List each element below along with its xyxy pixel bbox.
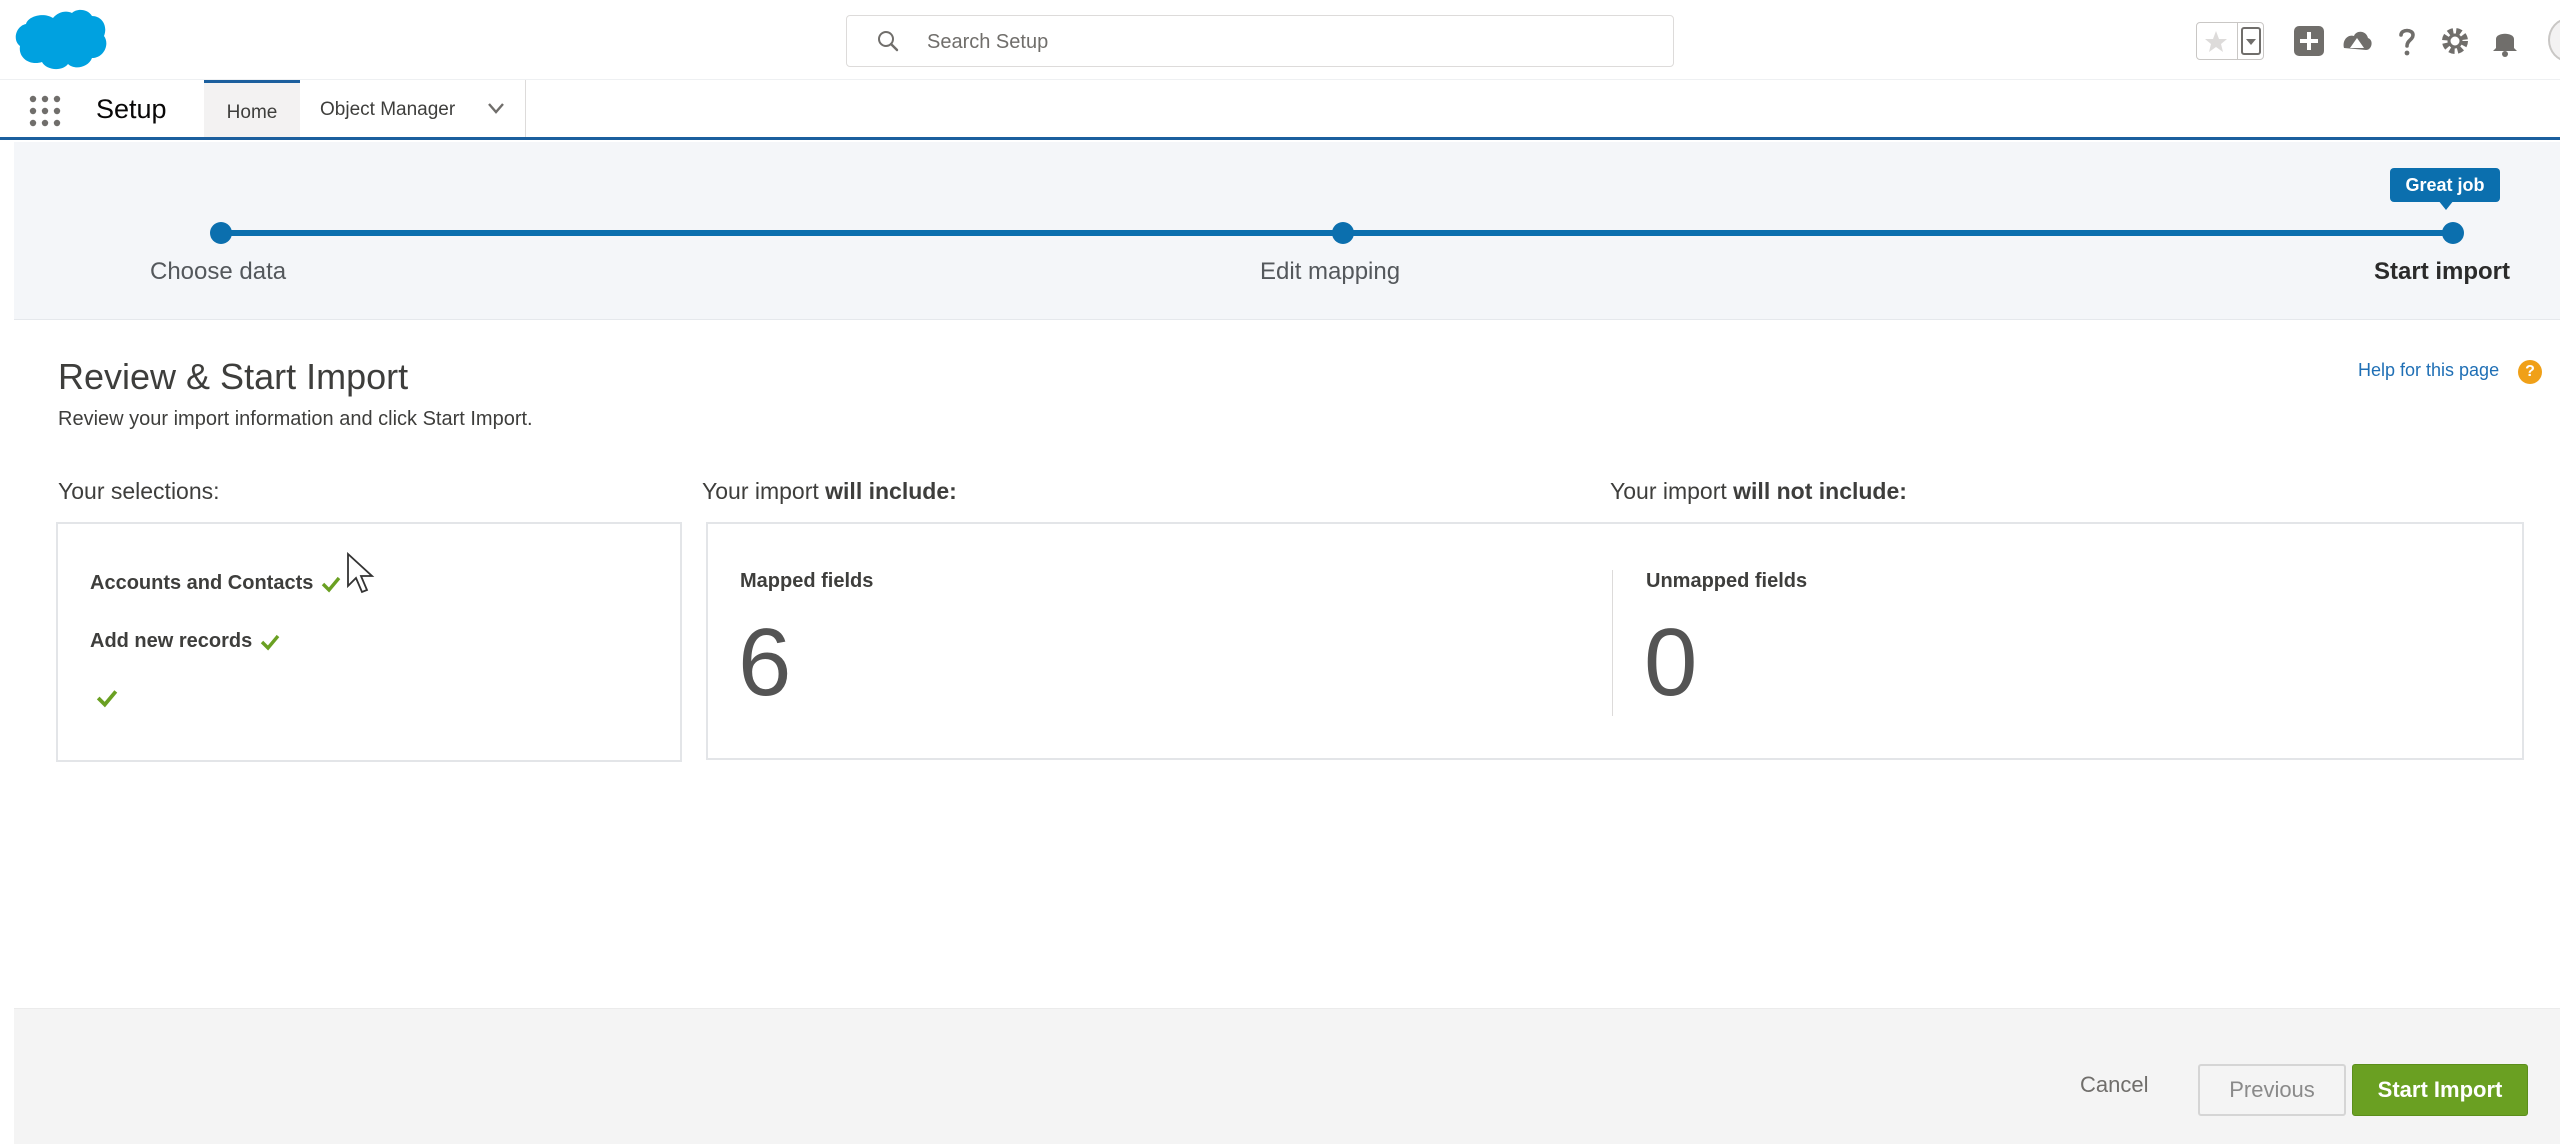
unmapped-fields-count: 0 [1644,609,1698,716]
exclude-heading-bold: will not include: [1733,478,1907,504]
search-icon [878,31,899,52]
progress-step-dot-edit-mapping [1332,222,1354,244]
mapped-fields-count: 6 [738,609,792,716]
trailhead-icon[interactable] [2340,24,2374,58]
mouse-cursor-icon [347,552,375,594]
include-heading: Your import will include: [702,478,957,505]
avatar[interactable] [2548,18,2560,62]
step-label-edit-mapping: Edit mapping [1260,258,1401,285]
include-heading-prefix: Your import [702,478,826,504]
page-subtitle: Review your import information and click… [58,408,533,430]
progress-step-dot-choose-data [210,222,232,244]
selection-item-label: Accounts and Contacts [90,572,314,594]
favorites-group [2196,22,2264,60]
search-box[interactable] [846,15,1674,67]
app-launcher-icon[interactable] [28,94,62,128]
tab-object-manager[interactable]: Object Manager [300,80,526,137]
help-icon[interactable] [2390,24,2424,58]
help-icon[interactable]: ? [2518,360,2542,384]
check-icon [261,634,280,651]
mapped-fields-label: Mapped fields [740,570,874,592]
include-heading-bold: will include: [825,478,957,504]
selection-item: Add new records [90,630,280,653]
progress-step-dot-start-import [2442,222,2464,244]
selections-heading: Your selections: [58,478,220,504]
salesforce-cloud-logo[interactable] [14,8,108,74]
previous-button[interactable]: Previous [2198,1064,2346,1116]
check-icon [96,690,118,708]
tab-object-manager-label: Object Manager [320,99,456,120]
great-job-badge-pointer [2438,200,2454,210]
star-icon[interactable] [2203,29,2229,55]
chevron-down-icon[interactable] [486,100,506,116]
favorites-divider [2237,23,2238,59]
bell-icon[interactable] [2488,24,2522,58]
page-title: Review & Start Import [58,356,409,397]
gear-icon[interactable] [2438,24,2472,58]
plus-icon[interactable] [2292,24,2326,58]
start-import-button[interactable]: Start Import [2352,1064,2528,1116]
step-label-start-import: Start import [2374,258,2511,285]
app-name: Setup [96,94,167,124]
check-icon [322,576,341,593]
chevron-down-icon [2246,39,2256,45]
import-summary-card: Mapped fields 6 Unmapped fields 0 [706,522,2524,760]
cancel-button[interactable]: Cancel [2080,1072,2148,1098]
help-for-this-page-link[interactable]: Help for this page [2358,360,2499,381]
context-bar: Setup Home Object Manager [0,80,2560,140]
summary-divider [1612,570,1613,716]
unmapped-fields-label: Unmapped fields [1646,570,1808,592]
exclude-heading: Your import will not include: [1610,478,1907,505]
wizard-footer [14,1008,2560,1144]
great-job-badge: Great job [2390,168,2500,202]
tab-home-label: Home [226,102,278,123]
selection-item: Accounts and Contacts [90,572,341,595]
import-wizard-progress: Choose data Edit mapping Start import Gr… [14,142,2560,320]
global-header [0,0,2560,80]
selection-item-label: Add new records [90,630,253,652]
tab-home[interactable]: Home [204,80,300,137]
exclude-heading-prefix: Your import [1610,478,1734,504]
search-input[interactable] [927,28,1627,56]
favorites-list-button[interactable] [2241,27,2261,55]
step-label-choose-data: Choose data [150,258,287,285]
